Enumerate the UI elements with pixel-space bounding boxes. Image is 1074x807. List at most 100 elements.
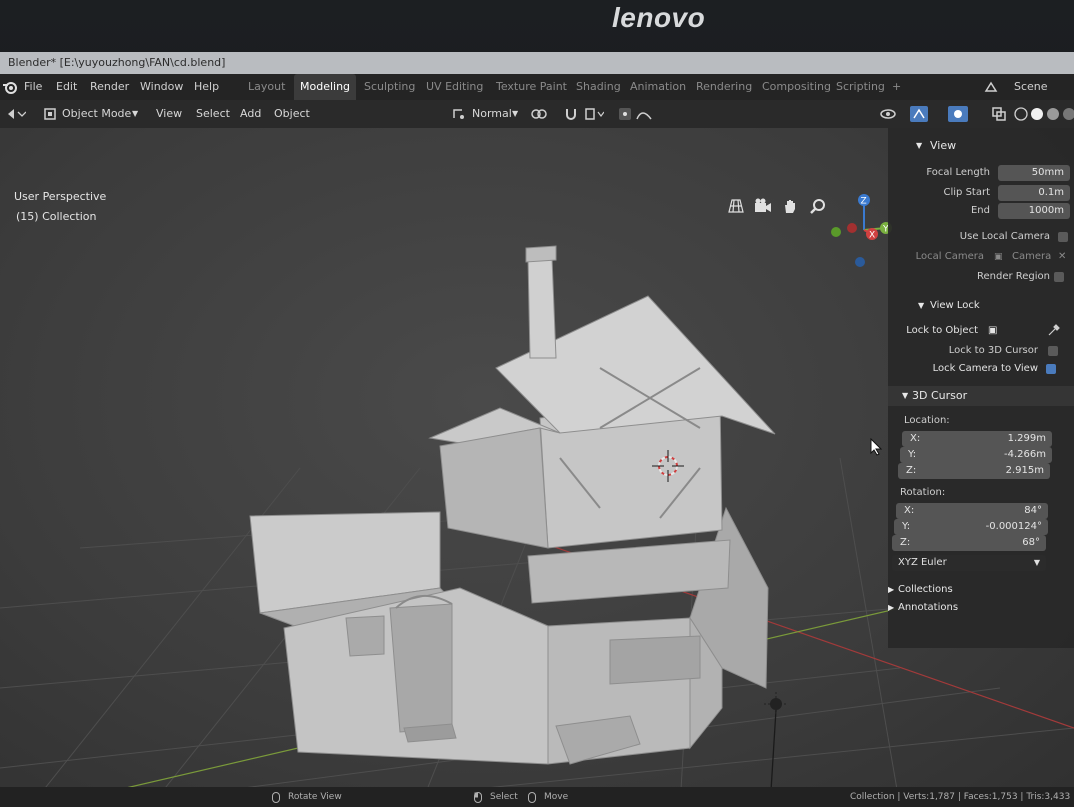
tab-compositing[interactable]: Compositing bbox=[762, 74, 831, 100]
clear-camera-icon[interactable]: ✕ bbox=[1058, 248, 1066, 266]
menu-file[interactable]: File bbox=[24, 74, 42, 100]
menu-render[interactable]: Render bbox=[90, 74, 129, 100]
view-menu[interactable]: View bbox=[156, 100, 182, 128]
orientation-chevron-down-icon: ▼ bbox=[512, 109, 519, 118]
wireframe-shading-icon[interactable] bbox=[1014, 107, 1028, 121]
lock-to-3d-cursor-label: Lock to 3D Cursor bbox=[948, 345, 1038, 356]
rot-z-axis: Z: bbox=[900, 537, 911, 548]
tab-texture-paint[interactable]: Texture Paint bbox=[496, 74, 567, 100]
scene-icon[interactable] bbox=[984, 81, 998, 93]
tab-shading[interactable]: Shading bbox=[576, 74, 621, 100]
sidebar-n-panel: ▼ View Focal Length 50mm Clip Start 0.1m… bbox=[888, 128, 1074, 648]
lock-to-3d-cursor-checkbox[interactable] bbox=[1048, 346, 1058, 356]
cursor-rotation-x-field[interactable]: X: 84° bbox=[896, 503, 1048, 519]
collections-expand-icon: ▶ bbox=[888, 585, 895, 594]
annotations-title: Annotations bbox=[898, 602, 959, 613]
transform-orientation-icon[interactable] bbox=[452, 108, 466, 120]
zoom-magnifier-icon[interactable] bbox=[810, 198, 826, 214]
object-menu[interactable]: Object bbox=[274, 100, 310, 128]
view-section-header[interactable]: ▼ View bbox=[888, 136, 1074, 156]
clip-start-label: Clip Start bbox=[943, 187, 991, 198]
rotation-mode-chevron-icon: ▼ bbox=[1033, 558, 1040, 567]
camera-view-icon[interactable] bbox=[754, 198, 772, 214]
camera-perspective-grid-icon[interactable] bbox=[728, 198, 744, 214]
3d-cursor-header[interactable]: ▼ 3D Cursor bbox=[888, 386, 1074, 406]
cursor-rotation-z-field[interactable]: Z: 68° bbox=[892, 535, 1046, 551]
local-camera-object-icon: ▣ bbox=[994, 252, 1003, 262]
status-bar: Rotate View Select Move Collection | Ver… bbox=[0, 787, 1074, 807]
tab-scripting[interactable]: Scripting bbox=[836, 74, 885, 100]
lock-camera-to-view-checkbox[interactable] bbox=[1046, 364, 1056, 374]
use-local-camera-checkbox[interactable] bbox=[1058, 232, 1068, 242]
tab-sculpting[interactable]: Sculpting bbox=[364, 74, 415, 100]
window-title: Blender* [E:\yuyouzhong\FAN\cd.blend] bbox=[8, 56, 226, 69]
focal-length-label: Focal Length bbox=[926, 167, 990, 178]
rotation-mode-dropdown[interactable]: XYZ Euler ▼ bbox=[892, 555, 1046, 571]
gizmo-toggle-icon[interactable] bbox=[910, 106, 928, 122]
focal-length-field[interactable]: 50mm bbox=[998, 165, 1070, 181]
falloff-curve-icon[interactable] bbox=[636, 107, 652, 121]
loc-z-value: 2.915m bbox=[1005, 465, 1044, 476]
clip-end-field[interactable]: 1000m bbox=[998, 203, 1070, 219]
view-lock-expand-icon: ▼ bbox=[918, 301, 925, 310]
blender-logo-icon[interactable] bbox=[2, 79, 18, 95]
gizmo-z-label: Z bbox=[861, 197, 867, 207]
add-workspace-button[interactable]: + bbox=[892, 74, 901, 100]
scene-statistics: Collection | Verts:1,787 | Faces:1,753 |… bbox=[850, 792, 1074, 802]
proportional-editing-icon[interactable] bbox=[618, 107, 632, 121]
tab-uv-editing[interactable]: UV Editing bbox=[426, 74, 483, 100]
local-camera-label: Local Camera bbox=[915, 251, 984, 262]
tab-rendering[interactable]: Rendering bbox=[696, 74, 752, 100]
rot-y-axis: Y: bbox=[902, 521, 911, 532]
annotations-header[interactable]: ▶ Annotations bbox=[888, 598, 1074, 618]
local-camera-field[interactable]: Camera bbox=[1012, 248, 1051, 266]
lock-object-field-icon[interactable]: ▣ bbox=[988, 322, 997, 340]
viewport-collection-label: (15) Collection bbox=[16, 210, 97, 223]
editor-type-icon[interactable] bbox=[6, 107, 26, 121]
scene-selector[interactable]: Scene bbox=[1014, 74, 1048, 100]
mouse-pointer-icon bbox=[870, 438, 882, 456]
pan-hand-icon[interactable] bbox=[782, 198, 798, 214]
view-lock-header[interactable]: ▼ View Lock bbox=[888, 296, 1074, 316]
pivot-point-icon[interactable] bbox=[530, 107, 548, 121]
viewport-perspective-label: User Perspective bbox=[14, 190, 107, 203]
object-mode-dropdown[interactable]: Object Mode bbox=[62, 100, 131, 128]
view-expand-icon: ▼ bbox=[916, 141, 923, 150]
tab-animation[interactable]: Animation bbox=[630, 74, 686, 100]
solid-shading-icon[interactable] bbox=[1030, 107, 1044, 121]
location-label: Location: bbox=[904, 415, 950, 426]
snap-magnet-icon[interactable] bbox=[564, 107, 578, 121]
gizmo-x-label: X bbox=[869, 231, 875, 241]
material-shading-icon[interactable] bbox=[1046, 107, 1060, 121]
collections-header[interactable]: ▶ Collections bbox=[888, 580, 1074, 600]
monitor-brand-logo: lenovo bbox=[612, 2, 706, 33]
status-select: Select bbox=[490, 792, 518, 802]
eyedropper-icon[interactable] bbox=[1048, 324, 1060, 336]
select-menu[interactable]: Select bbox=[196, 100, 230, 128]
xray-icon[interactable] bbox=[992, 107, 1006, 121]
tab-modeling[interactable]: Modeling bbox=[294, 74, 357, 100]
snap-target-icon[interactable] bbox=[584, 107, 604, 121]
menu-help[interactable]: Help bbox=[194, 74, 219, 100]
cursor-location-z-field[interactable]: Z: 2.915m bbox=[898, 463, 1050, 479]
tab-layout[interactable]: Layout bbox=[248, 74, 285, 100]
rot-x-value: 84° bbox=[1024, 505, 1042, 516]
select-mouse-icon bbox=[474, 792, 482, 803]
cursor-rotation-y-field[interactable]: Y: -0.000124° bbox=[894, 519, 1048, 535]
loc-x-axis: X: bbox=[910, 433, 921, 444]
render-region-checkbox[interactable] bbox=[1054, 272, 1064, 282]
visibility-icon[interactable] bbox=[880, 107, 900, 121]
rot-y-value: -0.000124° bbox=[985, 521, 1042, 532]
rendered-shading-icon[interactable] bbox=[1062, 107, 1074, 121]
annotations-expand-icon: ▶ bbox=[888, 603, 895, 612]
loc-x-value: 1.299m bbox=[1007, 433, 1046, 444]
clip-start-field[interactable]: 0.1m bbox=[998, 185, 1070, 201]
transform-orientation-dropdown[interactable]: Normal bbox=[472, 100, 512, 128]
overlays-icon[interactable] bbox=[948, 106, 968, 122]
cursor-expand-icon: ▼ bbox=[902, 391, 909, 400]
cursor-location-y-field[interactable]: Y: -4.266m bbox=[900, 447, 1052, 463]
cursor-location-x-field[interactable]: X: 1.299m bbox=[902, 431, 1052, 447]
add-menu[interactable]: Add bbox=[240, 100, 261, 128]
menu-window[interactable]: Window bbox=[140, 74, 183, 100]
menu-edit[interactable]: Edit bbox=[56, 74, 77, 100]
